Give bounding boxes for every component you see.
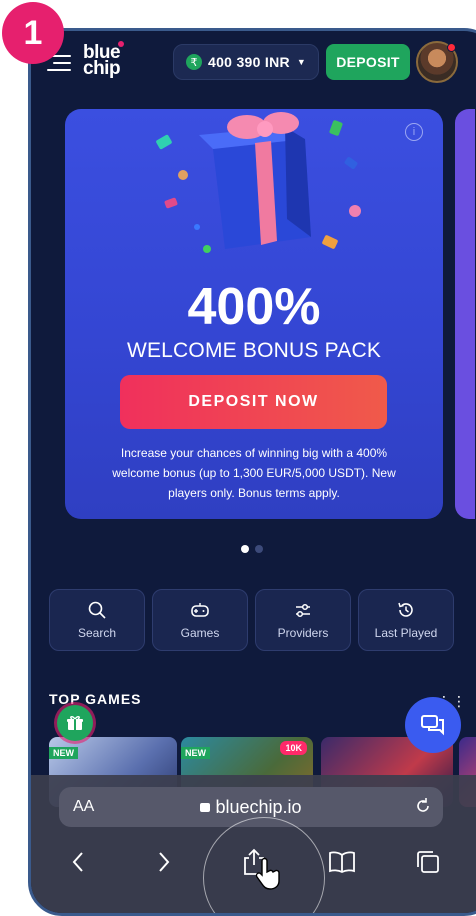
info-icon[interactable]: i xyxy=(405,123,423,141)
carousel-dot-active[interactable] xyxy=(241,545,249,553)
search-icon xyxy=(88,601,106,619)
tabs-button[interactable] xyxy=(413,847,443,877)
quick-nav-label: Search xyxy=(77,626,117,640)
carousel-dots xyxy=(241,545,263,553)
pointer-hand-icon xyxy=(255,857,280,890)
next-banner-peek[interactable] xyxy=(455,109,475,519)
chat-icon xyxy=(421,715,444,736)
chat-button[interactable] xyxy=(405,697,461,753)
new-tag: NEW xyxy=(49,747,78,759)
chevron-left-icon xyxy=(72,852,83,872)
sliders-icon xyxy=(296,603,310,618)
history-icon xyxy=(398,602,413,617)
new-tag: NEW xyxy=(181,747,210,759)
bonus-title: WELCOME BONUS PACK xyxy=(126,339,382,362)
bonus-description: Increase your chances of winning big wit… xyxy=(112,446,396,500)
hand-cursor xyxy=(253,857,283,890)
quick-nav-providers[interactable]: Providers xyxy=(255,589,351,651)
carousel-dot[interactable] xyxy=(255,545,263,553)
gift-icon xyxy=(67,716,83,730)
quick-nav-games[interactable]: Games xyxy=(152,589,248,651)
quick-nav-label: Providers xyxy=(277,626,329,640)
quick-nav-label: Games xyxy=(180,626,220,640)
browser-bar: AA bluechip.io xyxy=(31,775,476,913)
bookmarks-button[interactable] xyxy=(327,847,357,877)
notification-dot xyxy=(447,43,456,52)
logo[interactable]: blue chip xyxy=(83,41,124,79)
deposit-now-button[interactable]: DEPOSIT NOW xyxy=(120,375,387,429)
app-header: blue chip ₹ 400 390 INR ▼ DEPOSIT xyxy=(31,31,476,97)
section-title-top-games: TOP GAMES xyxy=(49,691,142,707)
gift-box-illustration xyxy=(156,112,361,253)
quick-nav: Search Games Providers Last Played xyxy=(49,589,454,651)
logo-line-2: chip xyxy=(83,58,121,79)
quick-nav-search[interactable]: Search xyxy=(49,589,145,651)
quick-nav-label: Last Played xyxy=(374,626,438,640)
forward-button[interactable] xyxy=(149,847,179,877)
tabs-icon xyxy=(417,851,439,873)
step-number-badge: 1 xyxy=(2,2,64,64)
hot-badge: 10K xyxy=(280,741,307,755)
rupee-icon: ₹ xyxy=(186,54,202,70)
url-text: bluechip.io xyxy=(59,797,443,818)
logo-dot xyxy=(118,41,124,47)
phone-screen: blue chip ₹ 400 390 INR ▼ DEPOSIT i 400%… xyxy=(28,28,476,916)
caret-down-icon: ▼ xyxy=(296,57,306,67)
reload-icon[interactable] xyxy=(413,796,433,816)
gamepad-icon xyxy=(191,603,209,617)
promo-banner[interactable]: i 400% WELCOME BONUS PACK DEPOSIT NOW In… xyxy=(65,109,443,519)
chevron-right-icon xyxy=(159,852,170,872)
back-button[interactable] xyxy=(63,847,93,877)
quick-nav-last-played[interactable]: Last Played xyxy=(358,589,454,651)
book-icon xyxy=(329,851,355,874)
balance-amount: 400 390 INR xyxy=(208,54,290,70)
deposit-button[interactable]: DEPOSIT xyxy=(326,44,410,80)
bonus-percent: 400% xyxy=(187,278,321,336)
balance-dropdown[interactable]: ₹ 400 390 INR ▼ xyxy=(173,44,319,80)
lock-icon xyxy=(200,803,211,812)
url-value: bluechip.io xyxy=(215,797,302,817)
gift-button[interactable] xyxy=(57,705,93,741)
